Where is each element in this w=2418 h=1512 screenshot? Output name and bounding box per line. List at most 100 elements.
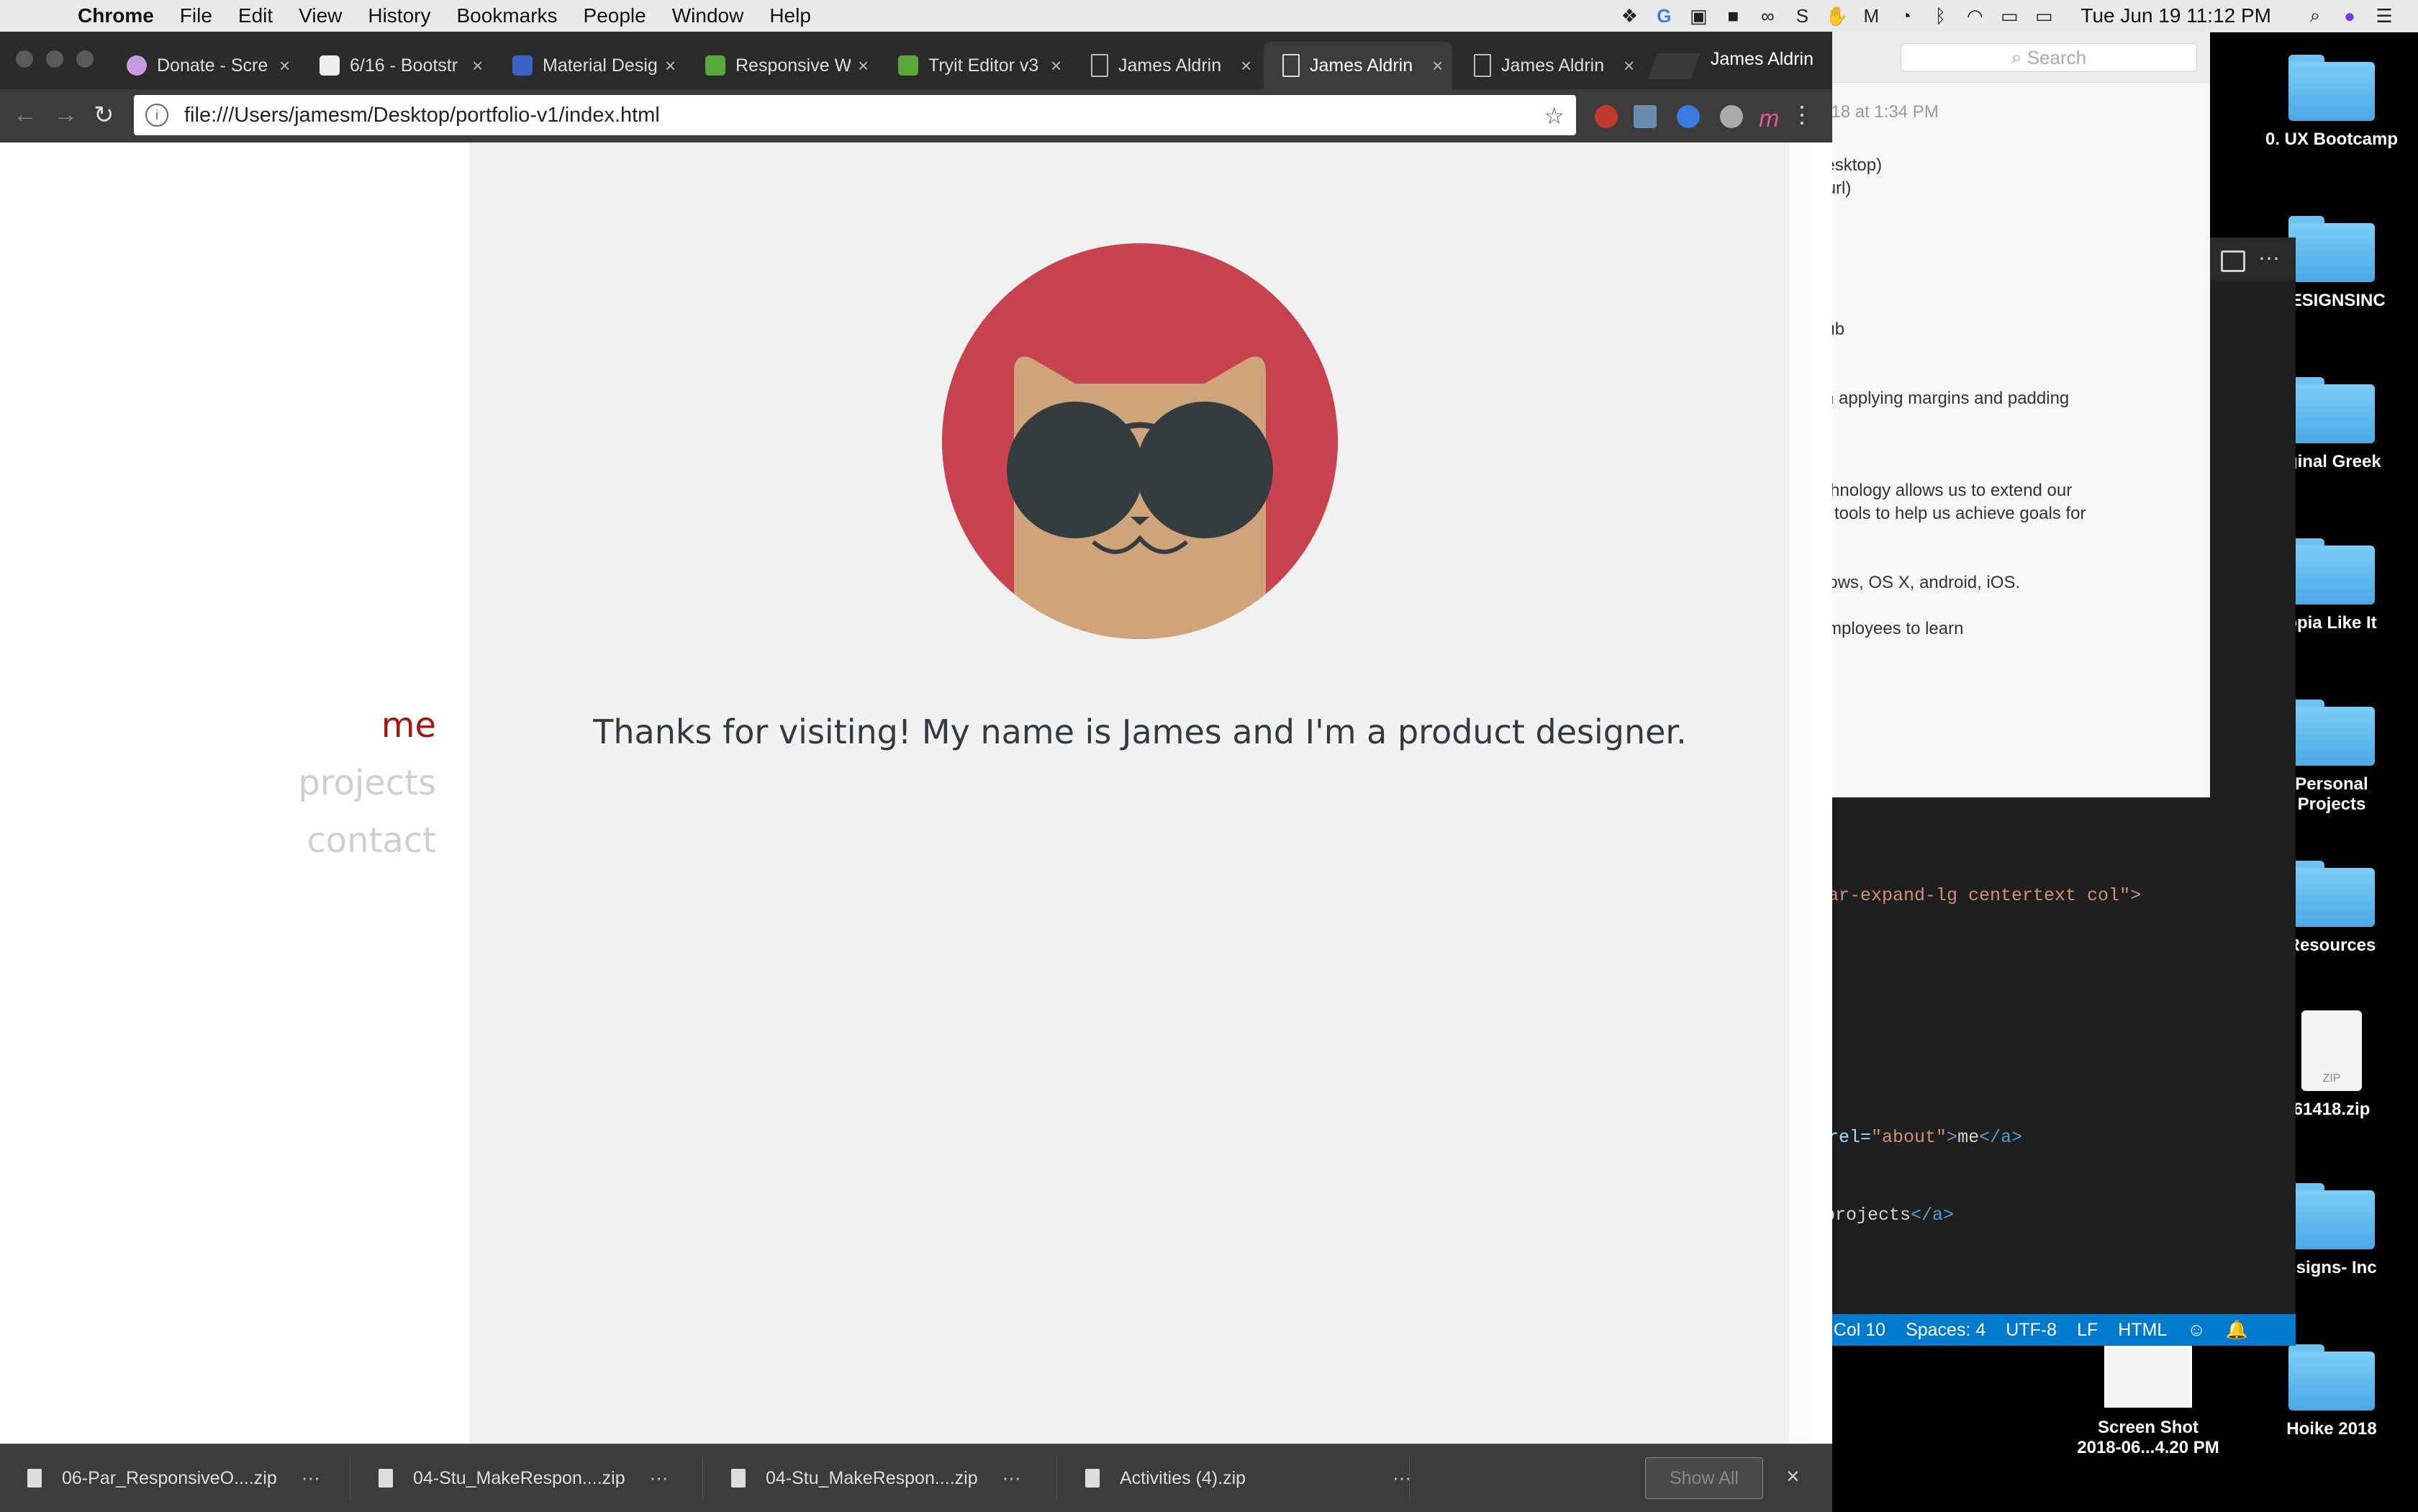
wifi-icon[interactable]: ◠: [1962, 4, 1987, 28]
folder-icon: [2288, 216, 2375, 282]
extension-icon[interactable]: [1720, 105, 1743, 128]
download-item[interactable]: 06-Par_ResponsiveO....zip ⋯: [27, 1444, 320, 1512]
close-tab-icon[interactable]: ×: [279, 55, 290, 77]
code-tag: </a>: [1979, 1127, 2023, 1148]
material-favicon: [512, 55, 533, 76]
close-tab-icon[interactable]: ×: [1432, 55, 1443, 77]
bookmark-star-icon[interactable]: ☆: [1544, 102, 1565, 130]
reload-icon[interactable]: ↻: [94, 101, 114, 130]
new-tab-button[interactable]: [1647, 53, 1701, 79]
gmail-icon[interactable]: M: [1859, 4, 1883, 28]
browser-tab[interactable]: Responsive W ×: [687, 42, 875, 89]
notes-search-input[interactable]: ⌕ Search: [1901, 43, 2197, 72]
browser-tab-active[interactable]: James Aldrin ×: [1264, 42, 1452, 89]
browser-tab[interactable]: James Aldrin ×: [1072, 42, 1261, 89]
skype-icon[interactable]: S: [1790, 4, 1814, 28]
desktop-item-screenshot[interactable]: Screen Shot 2018-06...4.20 PM: [2058, 1346, 2238, 1458]
app-icon[interactable]: ■: [1721, 4, 1745, 28]
menu-bookmarks[interactable]: Bookmarks: [456, 4, 557, 27]
browser-tab[interactable]: 6/16 - Bootstr ×: [301, 42, 489, 89]
extension-icon[interactable]: [1677, 105, 1700, 128]
more-actions-icon[interactable]: ⋯: [2258, 246, 2280, 271]
menubar-clock[interactable]: Tue Jun 19 11:12 PM: [2080, 4, 2271, 27]
chrome-menu-icon[interactable]: ⋮: [1790, 101, 1814, 128]
show-all-downloads-button[interactable]: Show All: [1645, 1457, 1763, 1499]
close-downloads-icon[interactable]: ×: [1786, 1463, 1800, 1490]
divider: [1409, 1457, 1410, 1499]
timemachine-icon[interactable]: ◔: [1893, 4, 1918, 28]
notifications-bell-icon[interactable]: 🔔: [2226, 1320, 2248, 1341]
download-item[interactable]: 04-Stu_MakeRespon....zip ⋯: [379, 1444, 669, 1512]
menu-edit[interactable]: Edit: [238, 4, 273, 27]
spotlight-search-icon[interactable]: ⌕: [2303, 4, 2327, 28]
feedback-icon[interactable]: ☺: [2187, 1320, 2206, 1341]
close-window-button[interactable]: [16, 50, 33, 68]
more-options-icon[interactable]: ⋯: [650, 1467, 669, 1490]
indent-setting[interactable]: Spaces: 4: [1906, 1320, 1985, 1341]
airplay-icon[interactable]: ▭: [1997, 4, 2021, 28]
close-tab-icon[interactable]: ×: [858, 55, 869, 77]
split-editor-icon[interactable]: [2221, 250, 2245, 272]
google-icon[interactable]: G: [1652, 4, 1676, 28]
menu-history[interactable]: History: [368, 4, 430, 27]
menu-help[interactable]: Help: [769, 4, 811, 27]
bluetooth-icon[interactable]: ᛒ: [1928, 4, 1952, 28]
minimize-window-button[interactable]: [46, 50, 63, 68]
notes-window[interactable]: ⌕ Search 9, 2018 at 1:34 PM cd desktop) …: [1792, 32, 2210, 797]
eol-setting[interactable]: LF: [2077, 1320, 2098, 1341]
desktop-item-folder[interactable]: 0. UX Bootcamp: [2245, 55, 2418, 150]
menu-file[interactable]: File: [180, 4, 212, 27]
battery-icon[interactable]: ▭: [2032, 4, 2056, 28]
menu-people[interactable]: People: [584, 4, 646, 27]
download-item[interactable]: Activities (4).zip ⋯: [1085, 1444, 1411, 1512]
nav-link-projects[interactable]: projects: [298, 754, 436, 812]
address-bar[interactable]: i file:///Users/jamesm/Desktop/portfolio…: [134, 95, 1576, 135]
file-icon: [731, 1469, 746, 1488]
note-line: when applying margins and padding: [1793, 389, 2070, 408]
browser-toolbar: ← → ↻ i file:///Users/jamesm/Desktop/por…: [0, 89, 1832, 142]
info-icon[interactable]: i: [145, 104, 168, 127]
dropbox-icon[interactable]: ❖: [1617, 4, 1642, 28]
more-options-icon[interactable]: ⋯: [302, 1467, 320, 1490]
browser-tab[interactable]: Material Desig ×: [494, 42, 682, 89]
browser-tab[interactable]: Donate - Scre ×: [108, 42, 296, 89]
display-icon[interactable]: ▣: [1686, 4, 1711, 28]
screenshot-thumbnail: [2104, 1346, 2192, 1408]
browser-tab[interactable]: Tryit Editor v3 ×: [879, 42, 1068, 89]
notification-center-icon[interactable]: ☰: [2372, 4, 2396, 28]
download-item[interactable]: 04-Stu_MakeRespon....zip ⋯: [731, 1444, 1021, 1512]
more-options-icon[interactable]: ⋯: [1002, 1467, 1021, 1490]
hand-icon[interactable]: ✋: [1824, 4, 1849, 28]
url-text[interactable]: file:///Users/jamesm/Desktop/portfolio-v…: [184, 104, 660, 127]
extension-icon[interactable]: m: [1759, 105, 1782, 132]
close-tab-icon[interactable]: ×: [1241, 55, 1251, 77]
close-tab-icon[interactable]: ×: [1624, 55, 1634, 77]
menu-window[interactable]: Window: [672, 4, 744, 27]
browser-tab[interactable]: James Aldrin ×: [1455, 42, 1644, 89]
forward-arrow-icon[interactable]: →: [53, 101, 78, 129]
nav-link-contact[interactable]: contact: [298, 812, 436, 869]
extension-icon[interactable]: [1595, 105, 1618, 128]
close-tab-icon[interactable]: ×: [665, 55, 676, 77]
nav-link-me[interactable]: me: [298, 697, 436, 754]
code-attr: rel=: [1828, 1127, 1872, 1148]
w3schools-favicon: [705, 55, 725, 76]
eyedropper-extension-icon[interactable]: [1634, 105, 1657, 128]
close-tab-icon[interactable]: ×: [472, 55, 483, 77]
encoding-setting[interactable]: UTF-8: [2006, 1320, 2057, 1341]
profile-name[interactable]: James Aldrin: [1711, 49, 1814, 70]
desktop-item-folder[interactable]: Hoike 2018: [2245, 1344, 2418, 1439]
menu-app-name[interactable]: Chrome: [78, 4, 154, 27]
siri-icon[interactable]: ●: [2337, 4, 2362, 28]
download-filename: 04-Stu_MakeRespon....zip: [413, 1467, 625, 1488]
page-icon: [1282, 54, 1300, 77]
donate-favicon: [127, 55, 147, 76]
close-tab-icon[interactable]: ×: [1051, 55, 1061, 77]
back-arrow-icon[interactable]: ←: [13, 101, 37, 129]
page-scrollbar-track[interactable]: [1789, 142, 1811, 1444]
creative-cloud-icon[interactable]: ∞: [1755, 4, 1780, 28]
menu-view[interactable]: View: [299, 4, 342, 27]
zoom-window-button[interactable]: [76, 50, 94, 68]
language-mode[interactable]: HTML: [2118, 1320, 2167, 1341]
code-tag: </a>: [1911, 1205, 1955, 1226]
